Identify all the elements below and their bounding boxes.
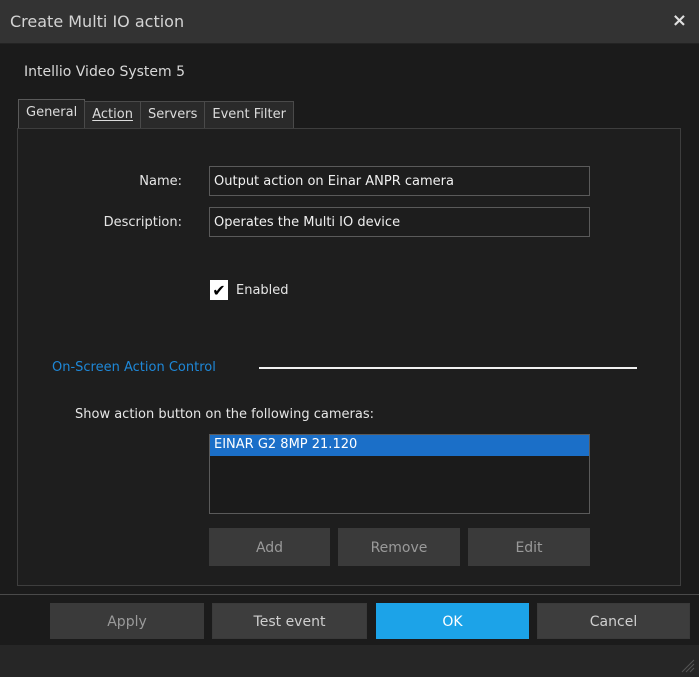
app-name: Intellio Video System 5 (24, 64, 186, 80)
description-field[interactable] (209, 207, 590, 237)
resize-grip-icon[interactable] (681, 659, 695, 673)
test-event-button[interactable]: Test event (212, 603, 367, 639)
window-title: Create Multi IO action (10, 12, 185, 31)
edit-button[interactable]: Edit (468, 528, 590, 566)
apply-button[interactable]: Apply (50, 603, 204, 639)
enabled-checkbox-row[interactable]: ✔ Enabled (210, 280, 289, 300)
remove-button[interactable]: Remove (338, 528, 460, 566)
tab-servers[interactable]: Servers (139, 101, 206, 128)
close-icon[interactable]: × (672, 10, 687, 31)
footer-divider (0, 594, 699, 595)
section-divider (259, 367, 637, 369)
tab-event-filter[interactable]: Event Filter (204, 101, 294, 128)
tab-general[interactable]: General (18, 99, 86, 128)
tab-action[interactable]: Action (84, 101, 141, 128)
cancel-button[interactable]: Cancel (537, 603, 690, 639)
tab-bar: General Action Servers Event Filter (18, 99, 294, 128)
camera-list-label: Show action button on the following came… (75, 407, 374, 422)
list-item[interactable]: EINAR G2 8MP 21.120 (210, 435, 589, 456)
description-label: Description: (103, 215, 182, 230)
status-strip (0, 645, 699, 677)
ok-button[interactable]: OK (376, 603, 529, 639)
enabled-label: Enabled (236, 282, 289, 298)
title-bar: Create Multi IO action × (0, 0, 699, 44)
enabled-checkbox[interactable]: ✔ (210, 280, 228, 300)
add-button[interactable]: Add (209, 528, 330, 566)
camera-list[interactable]: EINAR G2 8MP 21.120 (209, 434, 590, 514)
name-label: Name: (139, 174, 182, 189)
general-tab-panel (17, 128, 681, 586)
section-title: On-Screen Action Control (52, 360, 216, 375)
name-field[interactable] (209, 166, 590, 196)
